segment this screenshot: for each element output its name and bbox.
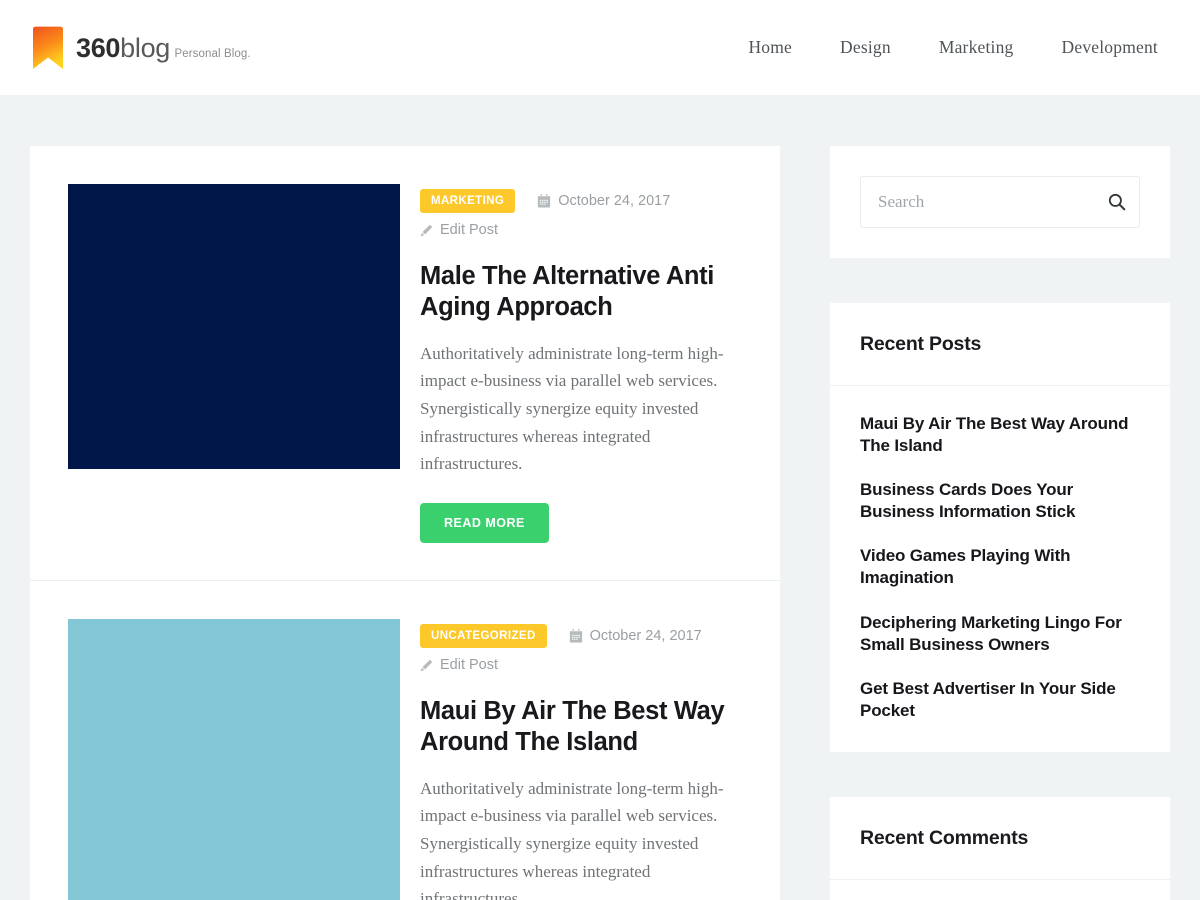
post-title[interactable]: Maui By Air The Best Way Around The Isla… <box>420 696 744 757</box>
page-layout: MARKETING October 24, 2017 Edit Post Mal… <box>0 95 1200 900</box>
recent-post-link[interactable]: Get Best Advertiser In Your Side Pocket <box>860 678 1140 722</box>
post-title[interactable]: Male The Alternative Anti Aging Approach <box>420 261 744 322</box>
post-meta: UNCATEGORIZED October 24, 2017 Edit Post <box>420 624 744 673</box>
search-widget <box>830 146 1170 258</box>
post-excerpt: Authoritatively administrate long-term h… <box>420 778 724 900</box>
main-navigation: Home Design Marketing Development <box>724 37 1170 58</box>
recent-post-link[interactable]: Deciphering Marketing Lingo For Small Bu… <box>860 612 1140 656</box>
pencil-icon <box>420 224 433 237</box>
bookmark-ribbon-icon <box>30 26 66 70</box>
brand-tagline: Personal Blog. <box>174 48 251 61</box>
post-list: MARKETING October 24, 2017 Edit Post Mal… <box>30 146 780 900</box>
calendar-icon <box>569 629 583 643</box>
post-meta: MARKETING October 24, 2017 Edit Post <box>420 189 744 238</box>
category-badge[interactable]: UNCATEGORIZED <box>420 624 547 649</box>
edit-post-label: Edit Post <box>440 657 499 674</box>
brand-title: 360blog <box>76 33 170 63</box>
list-item: Video Games Playing With Imagination <box>860 545 1140 589</box>
recent-comments-list: threesixtyblog on Male The Alternative A… <box>830 880 1170 900</box>
post-excerpt: Authoritatively administrate long-term h… <box>420 343 724 474</box>
post-date: October 24, 2017 <box>537 193 670 209</box>
post-item: MARKETING October 24, 2017 Edit Post Mal… <box>30 146 780 544</box>
recent-post-link[interactable]: Business Cards Does Your Business Inform… <box>860 479 1140 523</box>
recent-post-link[interactable]: Maui By Air The Best Way Around The Isla… <box>860 413 1140 457</box>
post-date-label: October 24, 2017 <box>558 193 671 210</box>
search-input[interactable] <box>861 177 1139 227</box>
list-item: Deciphering Marketing Lingo For Small Bu… <box>860 612 1140 656</box>
post-thumbnail[interactable] <box>68 619 400 900</box>
recent-comments-widget: Recent Comments threesixtyblog on Male T… <box>830 796 1170 900</box>
post-date: October 24, 2017 <box>569 628 702 644</box>
post-date-label: October 24, 2017 <box>589 628 702 645</box>
site-logo[interactable]: 360blog Personal Blog. <box>30 26 251 70</box>
search-icon <box>1108 193 1126 211</box>
recent-comments-title: Recent Comments <box>830 797 1170 880</box>
edit-post-link[interactable]: Edit Post <box>420 657 744 673</box>
recent-posts-title: Recent Posts <box>830 303 1170 386</box>
edit-post-link[interactable]: Edit Post <box>420 222 744 238</box>
nav-item-marketing[interactable]: Marketing <box>915 37 1038 58</box>
sidebar: Recent Posts Maui By Air The Best Way Ar… <box>830 146 1170 900</box>
list-item: Business Cards Does Your Business Inform… <box>860 479 1140 523</box>
brand-title-light: blog <box>120 33 171 64</box>
list-item: Get Best Advertiser In Your Side Pocket <box>860 678 1140 722</box>
search-button[interactable] <box>1108 193 1126 211</box>
pencil-icon <box>420 659 433 672</box>
calendar-icon <box>537 194 551 208</box>
site-header: 360blog Personal Blog. Home Design Marke… <box>0 0 1200 95</box>
post-thumbnail[interactable] <box>68 184 400 469</box>
read-more-button[interactable]: READ MORE <box>420 503 549 544</box>
edit-post-label: Edit Post <box>440 222 499 239</box>
post-body: MARKETING October 24, 2017 Edit Post Mal… <box>400 184 780 544</box>
nav-item-home[interactable]: Home <box>724 37 816 58</box>
recent-posts-widget: Recent Posts Maui By Air The Best Way Ar… <box>830 303 1170 752</box>
post-item: UNCATEGORIZED October 24, 2017 Edit Post… <box>30 580 780 900</box>
category-badge[interactable]: MARKETING <box>420 189 516 214</box>
recent-posts-list: Maui By Air The Best Way Around The Isla… <box>830 386 1170 752</box>
search-box <box>860 176 1140 228</box>
brand-text: 360blog Personal Blog. <box>76 32 251 62</box>
brand-title-bold: 360 <box>76 33 121 64</box>
recent-post-link[interactable]: Video Games Playing With Imagination <box>860 545 1140 589</box>
nav-item-development[interactable]: Development <box>1038 37 1170 58</box>
list-item: Maui By Air The Best Way Around The Isla… <box>860 413 1140 457</box>
nav-item-design[interactable]: Design <box>816 37 915 58</box>
post-body: UNCATEGORIZED October 24, 2017 Edit Post… <box>400 619 780 900</box>
